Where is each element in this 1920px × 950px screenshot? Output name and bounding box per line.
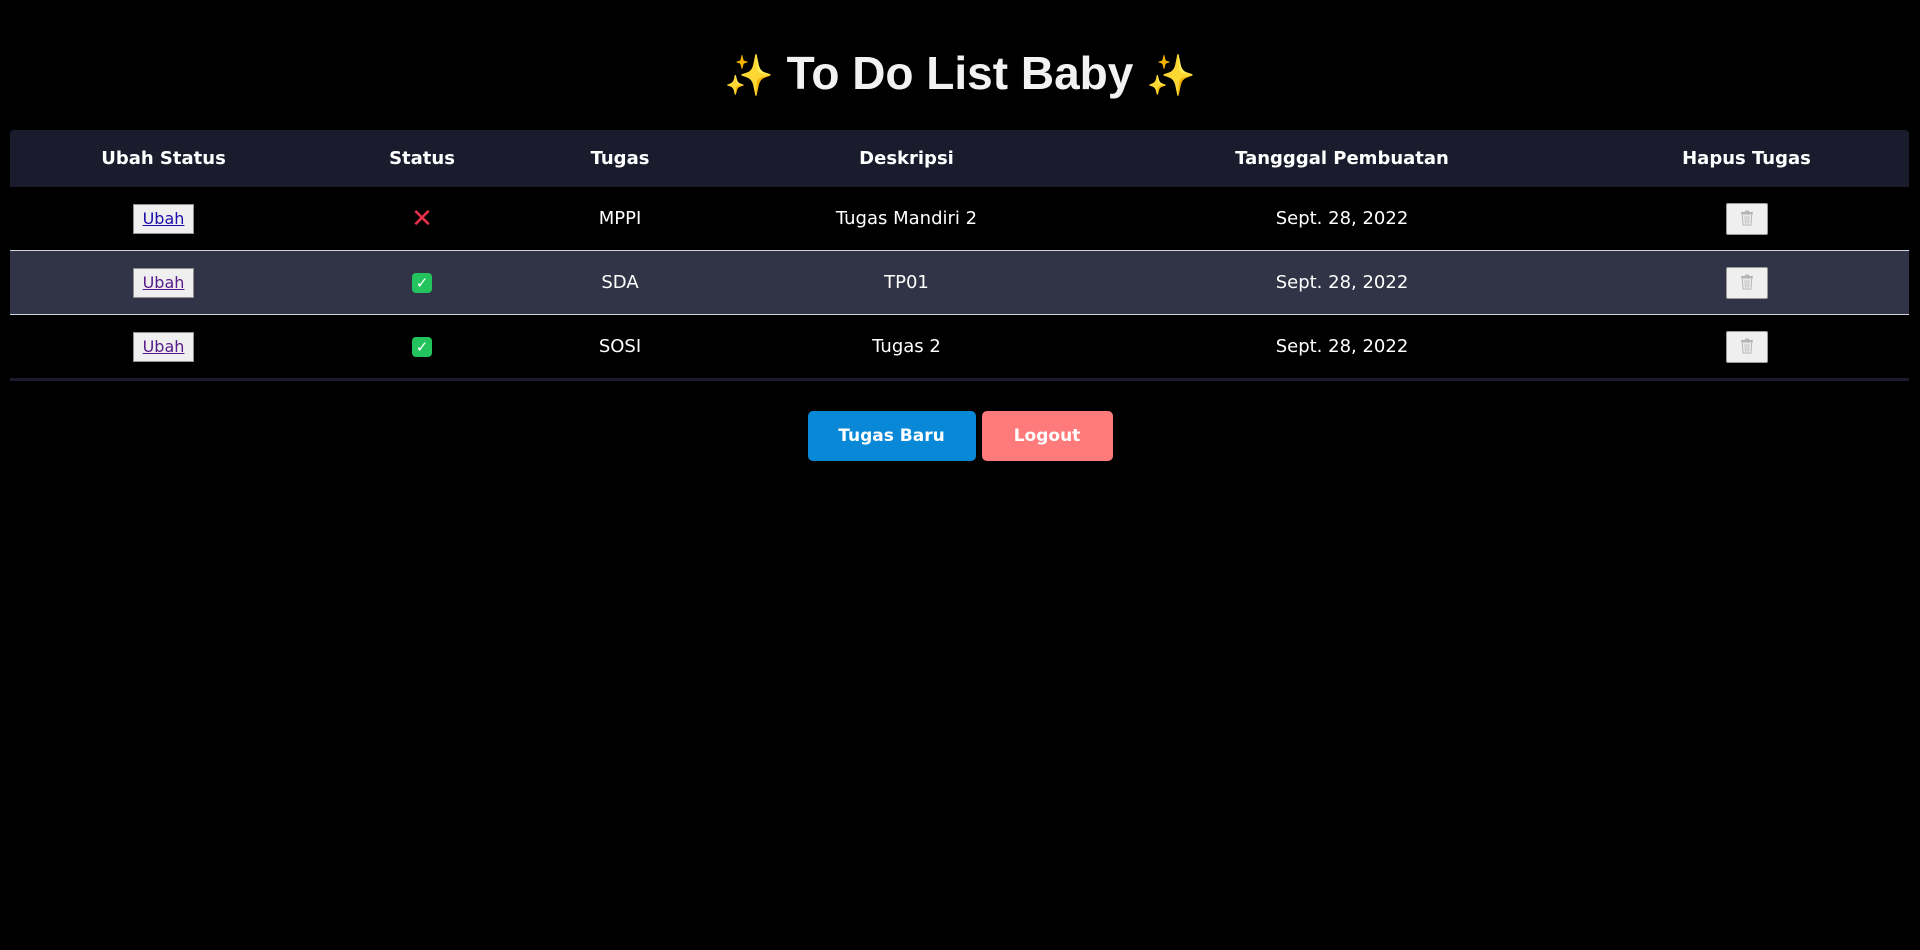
ubah-status-button[interactable]: Ubah	[132, 331, 195, 362]
ubah-cell: Ubah	[10, 251, 317, 315]
task-table: Ubah Status Status Tugas Deskripsi Tangg…	[10, 130, 1909, 381]
table-header-row: Ubah Status Status Tugas Deskripsi Tangg…	[10, 130, 1909, 187]
logout-button[interactable]: Logout	[981, 411, 1113, 461]
table-row: Ubah ✕ MPPI Tugas Mandiri 2 Sept. 28, 20…	[10, 187, 1909, 251]
task-created-date: Sept. 28, 2022	[1275, 336, 1409, 357]
task-description: Tugas 2	[872, 336, 941, 357]
status-cell: ✕	[317, 187, 527, 251]
page-title-text: To Do List Baby	[786, 47, 1134, 99]
delete-task-button[interactable]	[1725, 266, 1768, 299]
task-name: MPPI	[598, 208, 642, 229]
task-created-date: Sept. 28, 2022	[1275, 208, 1409, 229]
column-header-ubah-status: Ubah Status	[101, 148, 226, 169]
check-mark-icon: ✓	[412, 337, 432, 357]
task-description: Tugas Mandiri 2	[835, 208, 978, 229]
ubah-cell: Ubah	[10, 187, 317, 251]
trash-icon	[1740, 210, 1753, 225]
column-header-tanggal: Tangggal Pembuatan	[1235, 148, 1449, 169]
delete-cell	[1584, 315, 1909, 380]
delete-cell	[1584, 251, 1909, 315]
todo-page: ✨ To Do List Baby ✨ Ubah Status Status T…	[0, 0, 1920, 950]
task-created-date: Sept. 28, 2022	[1275, 272, 1409, 293]
column-header-hapus-tugas: Hapus Tugas	[1682, 148, 1811, 169]
ubah-cell: Ubah	[10, 315, 317, 380]
task-table-container: Ubah Status Status Tugas Deskripsi Tangg…	[10, 130, 1909, 381]
delete-task-button[interactable]	[1725, 330, 1768, 363]
trash-icon	[1740, 338, 1753, 353]
task-name: SDA	[601, 272, 639, 293]
column-header-deskripsi: Deskripsi	[859, 148, 954, 169]
status-cell: ✓	[317, 251, 527, 315]
ubah-status-button[interactable]: Ubah	[132, 203, 195, 234]
sparkles-icon: ✨	[724, 54, 774, 98]
cross-mark-icon: ✕	[411, 203, 433, 234]
trash-icon	[1740, 274, 1753, 289]
task-description: TP01	[884, 272, 929, 293]
delete-task-button[interactable]	[1725, 202, 1768, 235]
table-row: Ubah ✓ SDA TP01 Sept. 28, 2022	[10, 250, 1909, 315]
check-mark-icon: ✓	[412, 273, 432, 293]
new-task-button[interactable]: Tugas Baru	[807, 411, 976, 461]
table-row: Ubah ✓ SOSI Tugas 2 Sept. 28, 2022	[10, 315, 1909, 380]
sparkles-icon: ✨	[1146, 54, 1196, 98]
delete-cell	[1584, 187, 1909, 251]
column-header-tugas: Tugas	[590, 148, 650, 169]
column-header-status: Status	[389, 148, 455, 169]
page-title: ✨ To Do List Baby ✨	[0, 46, 1920, 103]
action-buttons: Tugas Baru Logout	[0, 411, 1920, 461]
ubah-status-button[interactable]: Ubah	[132, 267, 195, 298]
task-name: SOSI	[598, 336, 642, 357]
status-cell: ✓	[317, 315, 527, 380]
